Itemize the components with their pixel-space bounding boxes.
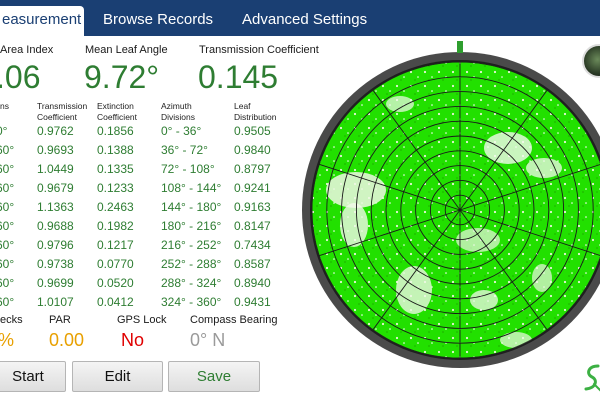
table-cell-zenith: 60° [0, 295, 15, 309]
table-cell-extinction: 0.2463 [97, 200, 134, 214]
table-cell-leaf-distribution: 0.9505 [234, 124, 271, 138]
mean-leaf-angle-label: Mean Leaf Angle [85, 44, 168, 56]
table-cell-extinction: 0.0770 [97, 257, 134, 271]
table-cell-azimuth: 108° - 144° [161, 181, 222, 195]
table-cell-zenith: 60° [0, 200, 15, 214]
brand-logo-icon [584, 364, 600, 392]
tab-advanced-settings[interactable]: Advanced Settings [242, 6, 367, 36]
table-cell-leaf-distribution: 0.8587 [234, 257, 271, 271]
table-cell-azimuth: 72° - 108° [161, 162, 215, 176]
table-cell-zenith: 60° [0, 162, 15, 176]
par-label: PAR [49, 314, 71, 326]
sunflecks-label: ecks [0, 314, 23, 326]
table-cell-azimuth: 252° - 288° [161, 257, 222, 271]
table-cell-zenith: 60° [0, 219, 15, 233]
leaf-area-index-label: Area Index [0, 44, 54, 56]
table-cell-leaf-distribution: 0.9163 [234, 200, 271, 214]
gps-lock-value: No [121, 330, 145, 350]
table-cell-transmission: 0.9796 [37, 238, 74, 252]
table-cell-extinction: 0.1335 [97, 162, 134, 176]
compass-bearing-label: Compass Bearing [190, 314, 278, 326]
table-cell-transmission: 0.9688 [37, 219, 74, 233]
table-cell-azimuth: 324° - 360° [161, 295, 222, 309]
table-cell-zenith: 60° [0, 257, 15, 271]
table-cell-transmission: 0.9679 [37, 181, 74, 195]
tab-browse-records[interactable]: Browse Records [103, 6, 213, 36]
table-cell-zenith: 60° [0, 181, 15, 195]
table-cell-extinction: 0.1233 [97, 181, 134, 195]
transmission-coefficient-value: 0.145 [198, 59, 279, 95]
table-cell-transmission: 1.0449 [37, 162, 74, 176]
tab-bar: easurement Browse Records Advanced Setti… [0, 0, 600, 36]
table-cell-extinction: 0.1856 [97, 124, 134, 138]
gps-lock-label: GPS Lock [117, 314, 167, 326]
table-cell-extinction: 0.1388 [97, 143, 134, 157]
col-header-transmission: Transmission Coefficient [37, 101, 88, 122]
table-cell-transmission: 1.0107 [37, 295, 74, 309]
table-cell-leaf-distribution: 0.7434 [234, 238, 271, 252]
table-cell-leaf-distribution: 0.8940 [234, 276, 271, 290]
table-cell-zenith: 60° [0, 238, 15, 252]
save-button[interactable]: Save [168, 361, 260, 392]
table-cell-transmission: 0.9738 [37, 257, 74, 271]
table-cell-transmission: 0.9693 [37, 143, 74, 157]
compass-bearing-value: 0° N [190, 330, 226, 350]
table-cell-extinction: 0.0412 [97, 295, 134, 309]
col-header-zenith: ns [0, 101, 9, 111]
north-indicator [457, 41, 463, 53]
table-cell-azimuth: 288° - 324° [161, 276, 222, 290]
table-cell-azimuth: 36° - 72° [161, 143, 208, 157]
table-cell-leaf-distribution: 0.8147 [234, 219, 271, 233]
leaf-area-index-value: .06 [0, 59, 41, 95]
col-header-extinction: Extinction Coefficient [97, 101, 138, 122]
table-cell-extinction: 0.1217 [97, 238, 134, 252]
par-value: 0.00 [49, 330, 85, 350]
table-cell-zenith: 0° [0, 124, 8, 138]
mean-leaf-angle-value: 9.72° [84, 59, 160, 95]
table-cell-leaf-distribution: 0.9431 [234, 295, 271, 309]
table-cell-zenith: 60° [0, 143, 15, 157]
table-cell-transmission: 0.9762 [37, 124, 74, 138]
table-cell-azimuth: 144° - 180° [161, 200, 222, 214]
table-cell-azimuth: 180° - 216° [161, 219, 222, 233]
table-cell-azimuth: 0° - 36° [161, 124, 202, 138]
table-cell-zenith: 60° [0, 276, 15, 290]
tab-measurement[interactable]: easurement [0, 6, 84, 36]
table-cell-transmission: 0.9699 [37, 276, 74, 290]
table-cell-leaf-distribution: 0.8797 [234, 162, 271, 176]
edit-button[interactable]: Edit [72, 361, 163, 392]
col-header-azimuth: Azimuth Divisions [161, 101, 196, 122]
table-cell-leaf-distribution: 0.9241 [234, 181, 271, 195]
table-cell-extinction: 0.0520 [97, 276, 134, 290]
table-cell-azimuth: 216° - 252° [161, 238, 222, 252]
col-header-leaf-distribution: Leaf Distribution [234, 101, 277, 122]
table-cell-leaf-distribution: 0.9840 [234, 143, 271, 157]
table-cell-extinction: 0.1982 [97, 219, 134, 233]
canopy-polar-plot[interactable] [296, 40, 600, 400]
sunflecks-value: % [0, 330, 14, 350]
table-cell-transmission: 1.1363 [37, 200, 74, 214]
start-button[interactable]: Start [0, 361, 66, 392]
